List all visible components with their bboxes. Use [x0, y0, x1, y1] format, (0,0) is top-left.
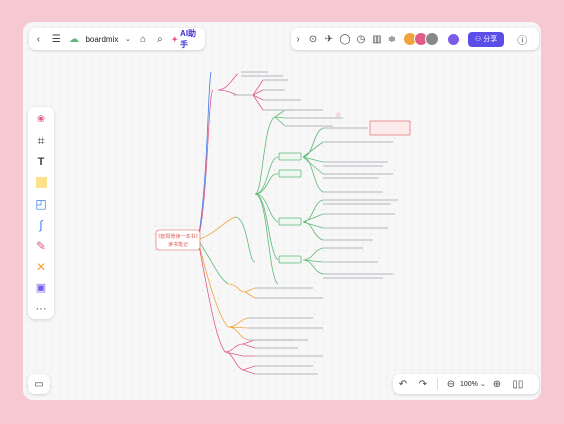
zoom-level[interactable]: 100%: [460, 381, 478, 388]
tag-icon[interactable]: ⌂: [138, 34, 149, 45]
ai-sparkle-icon: ✦: [171, 34, 179, 44]
svg-text:☆: ☆: [335, 111, 341, 119]
top-right-toolbar: › ⊙ ✈ ◯ ◷ ▥ ≑ ⚇ 分享 ⓘ: [291, 28, 539, 50]
rocket-icon[interactable]: ✈: [321, 34, 337, 45]
more-tools-icon[interactable]: ···: [28, 298, 54, 319]
redo-icon[interactable]: ↷: [413, 379, 433, 390]
connector-icon[interactable]: ∫: [28, 214, 54, 235]
collapse-icon[interactable]: ›: [291, 34, 305, 45]
undo-icon[interactable]: ↶: [393, 379, 413, 390]
fit-view-icon[interactable]: ▯▯: [508, 379, 528, 390]
zoom-out-icon[interactable]: ⊖: [442, 379, 460, 390]
divider: [437, 378, 438, 390]
timer-icon[interactable]: ◷: [353, 34, 369, 45]
pen-icon[interactable]: ✎: [28, 235, 54, 256]
minimap-button[interactable]: ▭: [28, 374, 50, 394]
comment-icon[interactable]: ◯: [337, 34, 353, 45]
mindmap-root-node: 《欧阳修读一本书》 读书笔记: [155, 229, 201, 251]
zoom-controls: ↶ ↷ ⊖ 100% ⌄ ⊕ ▯▯: [393, 374, 539, 394]
sticky-note-icon[interactable]: [28, 172, 54, 193]
ai-assistant-label: AI助手: [180, 29, 197, 49]
menu-icon[interactable]: ☰: [50, 34, 63, 45]
more-options-icon[interactable]: ≑: [385, 34, 399, 45]
frame-icon[interactable]: ⌗: [28, 130, 54, 151]
mindmap-canvas[interactable]: ☆ 《欧阳修读一本书》 读书笔记: [23, 22, 541, 400]
chart-icon[interactable]: ▥: [369, 34, 385, 45]
user-plus-icon: ⚇: [475, 36, 482, 43]
share-button[interactable]: ⚇ 分享: [468, 31, 505, 47]
user-avatar[interactable]: [447, 32, 460, 46]
top-left-toolbar: ‹ ☰ ☁ boardmix ⌄ ⌂ ⌕ ✦ AI助手: [29, 28, 205, 50]
text-icon[interactable]: T: [28, 151, 54, 172]
help-icon[interactable]: ⓘ: [514, 32, 530, 47]
ai-assistant-button[interactable]: ✦ AI助手: [171, 28, 201, 50]
shape-icon[interactable]: ◰: [28, 193, 54, 214]
collaborators-avatars[interactable]: [403, 32, 439, 46]
zoom-in-icon[interactable]: ⊕: [488, 379, 506, 390]
avatar: [425, 32, 439, 46]
minimap-icon: ▭: [34, 378, 44, 390]
brand-name[interactable]: boardmix: [85, 35, 118, 44]
template-icon[interactable]: ▣: [28, 277, 54, 298]
cloud-icon: ☁: [69, 33, 79, 45]
color-palette-icon[interactable]: ❀: [28, 109, 54, 130]
root-subtitle: 读书笔记: [168, 241, 188, 248]
chevron-left-icon[interactable]: ‹: [33, 34, 44, 45]
app-window: ☆ 《欧阳修读一本书》 读书笔记 ‹ ☰ ☁ boardmix ⌄ ⌂ ⌕ ✦ …: [23, 22, 541, 400]
left-tool-palette: ❀ ⌗ T ◰ ∫ ✎ ✕ ▣ ···: [28, 107, 54, 319]
share-label: 分享: [483, 36, 498, 43]
mindmap-icon[interactable]: ✕: [28, 256, 54, 277]
play-icon[interactable]: ⊙: [305, 34, 321, 45]
zoom-level-chevron-icon[interactable]: ⌄: [478, 380, 488, 388]
root-title: 《欧阳修读一本书》: [155, 233, 200, 240]
chevron-down-icon[interactable]: ⌄: [124, 35, 131, 43]
search-icon[interactable]: ⌕: [154, 34, 165, 45]
